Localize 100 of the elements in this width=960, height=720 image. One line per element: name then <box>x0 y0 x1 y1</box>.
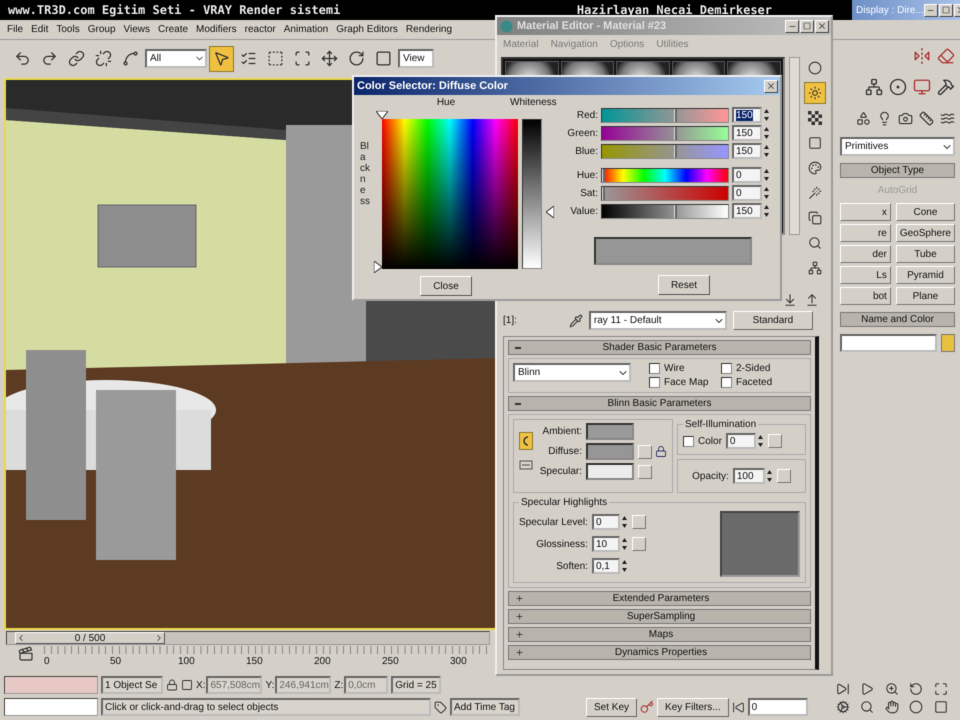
listener-box[interactable] <box>4 676 98 694</box>
map-button[interactable] <box>776 469 791 483</box>
color-swatch[interactable] <box>586 443 634 460</box>
channel-slider[interactable] <box>601 144 729 158</box>
primitive-button[interactable]: GeoSphere <box>896 224 955 242</box>
number-field[interactable]: 100 <box>732 468 765 484</box>
object-color-swatch[interactable] <box>941 334 955 352</box>
listener-box[interactable] <box>4 698 98 716</box>
time-slider-thumb[interactable]: 0 / 500 <box>15 632 165 644</box>
material-type-button[interactable]: Standard <box>732 311 813 330</box>
key-filters-button[interactable]: Key Filters... <box>657 698 729 716</box>
primitive-button[interactable]: bot <box>840 287 891 305</box>
channel-slider[interactable] <box>601 204 729 218</box>
dropdown[interactable]: All <box>145 49 207 68</box>
primitive-button[interactable]: x <box>840 203 891 221</box>
number-field[interactable]: 0,1 <box>592 558 620 574</box>
rollout-header[interactable]: Blinn Basic Parameters <box>508 396 811 411</box>
slider-thumb[interactable] <box>602 186 605 200</box>
primitive-button[interactable]: Tube <box>896 245 955 263</box>
lock-toggle-icon[interactable] <box>519 432 533 450</box>
channel-slider[interactable] <box>601 186 729 200</box>
menu-item[interactable]: Modifiers <box>196 24 237 35</box>
rollout-header[interactable]: Maps <box>508 627 811 642</box>
primitive-button[interactable]: Ls <box>840 266 891 284</box>
map-button[interactable] <box>632 515 646 529</box>
color-swatch[interactable] <box>586 423 634 440</box>
triangle-marker-icon[interactable] <box>546 206 554 218</box>
map-button[interactable] <box>638 444 652 458</box>
map-button[interactable] <box>768 434 782 448</box>
menu-item[interactable]: Graph Editors <box>336 24 398 35</box>
primitive-button[interactable]: re <box>840 224 891 242</box>
slider-thumb[interactable] <box>674 144 678 158</box>
menu-item[interactable]: Animation <box>284 24 328 35</box>
rollout-header[interactable]: Extended Parameters <box>508 591 811 606</box>
category-dropdown[interactable]: Primitives <box>840 137 955 156</box>
close-dialog-button[interactable]: Close <box>420 276 472 296</box>
checkbox[interactable] <box>683 436 694 446</box>
menu-item[interactable]: File <box>7 24 24 35</box>
channel-slider[interactable] <box>601 168 729 182</box>
frame-field[interactable]: 0 <box>748 698 808 716</box>
triangle-marker-icon[interactable] <box>374 261 382 273</box>
checkbox[interactable] <box>649 377 660 388</box>
map-button[interactable] <box>632 537 646 551</box>
triangle-marker-icon[interactable] <box>376 111 388 119</box>
reset-button[interactable]: Reset <box>658 275 710 295</box>
time-slider-track[interactable]: 0 / 500 <box>6 631 490 645</box>
slider-thumb[interactable] <box>674 108 678 122</box>
coordinate-field[interactable]: 0,0cm <box>344 676 388 694</box>
menu-item[interactable]: Views <box>124 24 150 35</box>
menu-item[interactable]: Create <box>158 24 188 35</box>
close-button[interactable] <box>764 80 778 92</box>
dropdown[interactable]: View <box>398 49 434 68</box>
scrollbar[interactable] <box>788 57 800 235</box>
whiteness-bar[interactable] <box>522 119 542 269</box>
checkbox[interactable] <box>721 377 732 388</box>
minimize-button[interactable] <box>785 20 799 32</box>
menu-item[interactable]: Edit <box>31 24 48 35</box>
number-field[interactable]: 150 <box>732 107 762 123</box>
checkbox[interactable] <box>649 363 660 374</box>
minimize-button[interactable] <box>924 4 938 16</box>
time-tag-field[interactable]: Add Time Tag <box>450 698 520 716</box>
slider-thumb[interactable] <box>674 204 678 218</box>
menu-item[interactable]: Group <box>88 24 116 35</box>
number-field[interactable]: 0 <box>732 167 762 183</box>
rollout-header[interactable]: Shader Basic Parameters <box>508 340 811 355</box>
number-field[interactable]: 0 <box>726 433 756 449</box>
menu-item[interactable]: Rendering <box>406 24 452 35</box>
color-swatch[interactable] <box>586 463 634 480</box>
number-field[interactable]: 150 <box>732 125 762 141</box>
hue-blackness-picker[interactable] <box>374 111 518 273</box>
primitive-button[interactable]: Plane <box>896 287 955 305</box>
number-field[interactable]: 0 <box>592 514 620 530</box>
coordinate-field[interactable]: 246,941cm <box>275 676 332 694</box>
reset-map-icon[interactable] <box>519 458 533 472</box>
checkbox[interactable] <box>721 363 732 374</box>
channel-slider[interactable] <box>601 108 729 122</box>
close-button[interactable] <box>815 20 829 32</box>
slider-thumb[interactable] <box>674 126 678 140</box>
number-field[interactable]: 150 <box>732 203 762 219</box>
slider-thumb[interactable] <box>602 168 605 182</box>
toolbar-button[interactable] <box>209 46 234 72</box>
number-field[interactable]: 10 <box>592 536 620 552</box>
primitive-button[interactable]: Pyramid <box>896 266 955 284</box>
rollout-header[interactable]: Object Type <box>840 163 955 178</box>
maximize-button[interactable] <box>938 4 953 16</box>
material-name-field[interactable]: ray 11 - Default <box>588 311 727 330</box>
rollout-header[interactable]: Name and Color <box>840 312 955 327</box>
set-key-button[interactable]: Set Key <box>586 698 638 716</box>
primitive-button[interactable]: der <box>840 245 891 263</box>
timeline-ruler[interactable]: 0 50 100 150 200 250 300 <box>44 646 489 667</box>
number-field[interactable]: 0 <box>732 185 762 201</box>
shader-dropdown[interactable]: Blinn <box>513 363 631 382</box>
primitive-button[interactable]: Cone <box>896 203 955 221</box>
name-field[interactable] <box>840 334 937 352</box>
menu-item[interactable]: reactor <box>244 24 276 35</box>
menu-item[interactable]: Tools <box>56 24 80 35</box>
channel-slider[interactable] <box>601 126 729 140</box>
maximize-button[interactable] <box>800 20 814 32</box>
coordinate-field[interactable]: 657,508cm <box>206 676 262 694</box>
map-button[interactable] <box>638 464 652 478</box>
